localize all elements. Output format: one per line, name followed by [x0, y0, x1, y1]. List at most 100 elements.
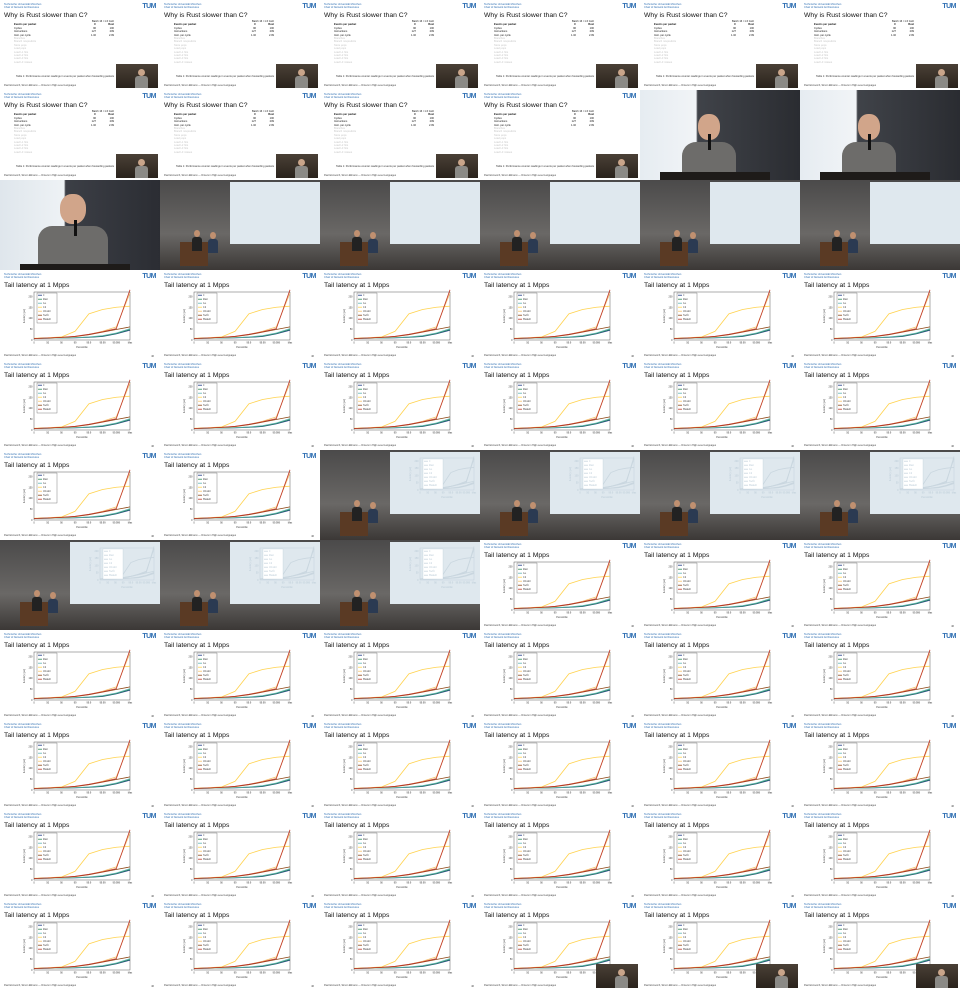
thumbnail-frame[interactable]: Technische Universität München Chair of … [320, 360, 480, 450]
thumbnail-frame[interactable]: Technische Universität München Chair of … [0, 720, 160, 810]
thumbnail-frame[interactable]: Technische Universität München Chair of … [800, 900, 960, 990]
thumbnail-frame[interactable]: Technische Universität München Chair of … [800, 720, 960, 810]
y-tick-label: 150 [829, 306, 834, 309]
page-number: 46 [951, 895, 954, 898]
thumbnail-frame[interactable]: 0 50 90 99 99.9 99.99 99.999 Max 0 50 100 150 200 Per… [320, 450, 480, 540]
thumbnail-frame[interactable]: Technische Universität München Chair of … [480, 810, 640, 900]
thumbnail-frame[interactable]: Technische Universität München Chair of … [800, 270, 960, 360]
thumbnail-frame[interactable]: Technische Universität München Chair of … [640, 810, 800, 900]
speaker-body [935, 76, 948, 88]
x-tick-label: 99.99 [420, 972, 427, 975]
table-row: Load L3 misses [494, 61, 612, 64]
thumbnail-frame[interactable]: Technische Universität München Chair of … [160, 360, 320, 450]
thumbnail-frame[interactable]: Technische Universität München Chair of … [0, 450, 160, 540]
thumbnail-frame[interactable]: Technische Universität München Chair of … [160, 90, 320, 180]
y-axis-label: Latency [µs] [823, 669, 826, 683]
thumbnail-frame[interactable]: Technische Universität München Chair of … [800, 810, 960, 900]
thumbnail-frame[interactable]: Technische Universität München Chair of … [0, 270, 160, 360]
thumbnail-frame[interactable]: Technische Universität München Chair of … [320, 900, 480, 990]
thumbnail-frame[interactable]: 0 50 90 99 99.9 99.99 99.999 Max 0 50 100 150 200 Per… [480, 450, 640, 540]
podium [660, 172, 770, 180]
thumbnail-frame[interactable]: Cycles [640, 180, 800, 270]
chart-legend: CRustGoC#OCamlSwiftHaskell [516, 652, 538, 684]
thumbnail-frame[interactable]: Technische Universität München Chair of … [0, 810, 160, 900]
thumbnail-frame[interactable]: Technische Universität München Chair of … [640, 540, 800, 630]
thumbnail-frame[interactable]: Technische Universität München Chair of … [160, 810, 320, 900]
thumbnail-frame[interactable]: 0 50 90 99 99.9 99.99 99.999 Max 0 50 100 150 200 Per… [800, 450, 960, 540]
x-tick-label: 90 [220, 522, 223, 525]
thumbnail-frame[interactable]: Technische Universität München Chair of … [800, 360, 960, 450]
thumbnail-frame[interactable]: Technische Universität München Chair of … [480, 720, 640, 810]
thumbnail-frame[interactable]: Cycles [800, 180, 960, 270]
thumbnail-frame[interactable]: Technische Universität München Chair of … [160, 270, 320, 360]
thumbnail-frame[interactable]: Technische Universität München Chair of … [160, 450, 320, 540]
slide-footer: Paul Emmerich, Simon Ellmann — Drivers i… [324, 894, 397, 897]
legend-entry: Rust [203, 298, 208, 301]
thumbnail-frame[interactable]: Technische Universität München Chair of … [0, 900, 160, 990]
thumbnail-frame[interactable]: Technische Universität München Chair of … [800, 630, 960, 720]
x-tick-label: 99 [874, 972, 877, 975]
x-tick-label: 99.99 [420, 342, 427, 345]
thumbnail-frame[interactable]: Technische Universität München Chair of … [160, 720, 320, 810]
thumbnail-frame[interactable]: Technische Universität München Chair of … [480, 270, 640, 360]
thumbnail-frame[interactable]: Technische Universität München Chair of … [480, 90, 640, 180]
y-tick-label: 200 [29, 295, 34, 298]
thumbnail-frame[interactable]: Technische Universität München Chair of … [320, 630, 480, 720]
thumbnail-frame[interactable]: Technische Universität München Chair of … [480, 360, 640, 450]
thumbnail-frame[interactable]: Technische Universität München Chair of … [480, 630, 640, 720]
y-tick-label: 200 [509, 295, 514, 298]
legend-entry: Rust [683, 568, 688, 571]
y-tick-label: 50 [256, 572, 259, 575]
latency-chart: 050909999.999.9999.999Max050100150200Per… [343, 919, 453, 979]
thumbnail-frame[interactable]: Technische Universität München Chair of … [160, 0, 320, 90]
y-tick-label: 150 [895, 467, 900, 470]
y-tick-label: 100 [669, 947, 674, 950]
thumbnail-frame[interactable]: Technische Universität München Chair of … [160, 900, 320, 990]
thumbnail-frame[interactable]: Technische Universität München Chair of … [640, 720, 800, 810]
latency-chart: 050909999.999.9999.999Max050100150200Per… [503, 559, 613, 619]
thumbnail-frame[interactable] [800, 90, 960, 180]
thumbnail-frame[interactable]: Technische Universität München Chair of … [320, 270, 480, 360]
thumbnail-frame[interactable]: Cycles [480, 180, 640, 270]
thumbnail-frame[interactable]: Technische Universität München Chair of … [480, 900, 640, 990]
thumbnail-frame[interactable]: 0 50 90 99 99.9 99.99 99.999 Max 0 50 100 150 200 Per… [160, 540, 320, 630]
x-tick-label: 99.99 [296, 582, 303, 585]
thumbnail-frame[interactable]: Technische Universität München Chair of … [0, 90, 160, 180]
thumbnail-frame[interactable] [0, 180, 160, 270]
chart-legend: CRustGoC#OCamlSwiftHaskell [422, 458, 444, 490]
thumbnail-frame[interactable]: Technische Universität München Chair of … [800, 540, 960, 630]
y-tick-label: 50 [670, 778, 673, 781]
thumbnail-frame[interactable]: 0 50 90 99 99.9 99.99 99.999 Max 0 50 100 150 200 Per… [640, 450, 800, 540]
thumbnail-frame[interactable]: Technische Universität München Chair of … [320, 720, 480, 810]
x-tick-label: 99 [714, 702, 717, 705]
thumbnail-frame[interactable] [640, 90, 800, 180]
thumbnail-frame[interactable]: Technische Universität München Chair of … [0, 0, 160, 90]
thumbnail-frame[interactable]: Technische Universität München Chair of … [160, 630, 320, 720]
table-caption: Table 1: Performance counter readings in… [16, 165, 115, 168]
thumbnail-frame[interactable]: Technische Universität München Chair of … [800, 0, 960, 90]
thumbnail-frame[interactable]: Technische Universität München Chair of … [640, 360, 800, 450]
page-number: 46 [311, 535, 314, 538]
thumbnail-frame[interactable]: Cycles [320, 180, 480, 270]
y-tick-label: 200 [829, 835, 834, 838]
thumbnail-frame[interactable]: Technische Universität München Chair of … [640, 900, 800, 990]
thumbnail-frame[interactable]: Technische Universität München Chair of … [640, 630, 800, 720]
thumbnail-frame[interactable]: Technische Universität München Chair of … [480, 0, 640, 90]
x-axis-label: Percentile [876, 346, 888, 349]
tum-logo: TUM [142, 273, 156, 280]
thumbnail-frame[interactable]: Technische Universität München Chair of … [480, 540, 640, 630]
thumbnail-frame[interactable]: Technische Universität München Chair of … [320, 810, 480, 900]
thumbnail-frame[interactable]: Technische Universität München Chair of … [320, 90, 480, 180]
x-tick-label: Max [608, 432, 613, 435]
thumbnail-frame[interactable]: Technische Universität München Chair of … [320, 0, 480, 90]
thumbnail-frame[interactable]: Cycles [160, 180, 320, 270]
thumbnail-frame[interactable]: 0 50 90 99 99.9 99.99 99.999 Max 0 50 100 150 200 Per… [0, 540, 160, 630]
thumbnail-frame[interactable]: Technische Universität München Chair of … [0, 360, 160, 450]
thumbnail-frame[interactable]: Technische Universität München Chair of … [640, 0, 800, 90]
legend-entry: Haskell [363, 408, 371, 411]
thumbnail-frame[interactable]: 0 50 90 99 99.9 99.99 99.999 Max 0 50 100 150 200 Per… [320, 540, 480, 630]
rust-value [416, 61, 434, 64]
thumbnail-frame[interactable]: Technische Universität München Chair of … [0, 630, 160, 720]
presenter-body [48, 599, 58, 613]
thumbnail-frame[interactable]: Technische Universität München Chair of … [640, 270, 800, 360]
